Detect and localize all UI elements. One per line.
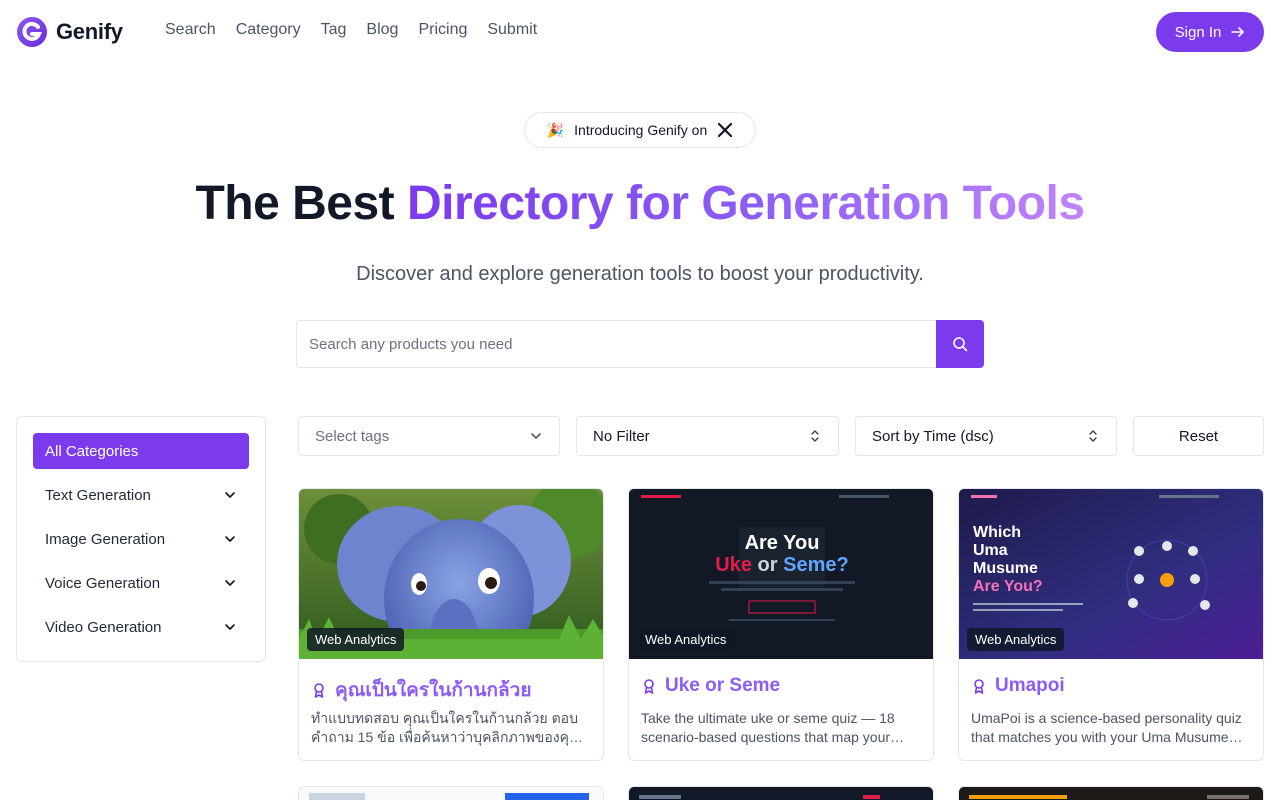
tags-select[interactable]: Select tags	[298, 416, 560, 456]
card-description: Take the ultimate uke or seme quiz — 18 …	[641, 710, 895, 745]
card-title[interactable]: คุณเป็นใครในก้านกล้วย	[311, 675, 531, 705]
category-badge: Web Analytics	[637, 628, 735, 651]
chevron-down-icon	[225, 536, 235, 542]
thumbnail-or: or	[752, 554, 783, 576]
award-icon	[974, 679, 984, 694]
thumbnail-seme: Seme?	[783, 554, 849, 576]
category-label: Image Generation	[45, 530, 166, 548]
award-icon	[644, 679, 654, 694]
thumbnail-line-1: Which	[973, 524, 1021, 541]
search-button[interactable]	[936, 320, 984, 368]
hero-subtitle: Discover and explore generation tools to…	[356, 263, 924, 285]
tool-card[interactable]: Are You Uke or Seme? Web Analytics Uke o…	[628, 488, 934, 761]
nav-tag[interactable]: Tag	[321, 21, 347, 39]
card-thumbnail: Are You Uke or Seme? Web Analytics	[629, 489, 933, 659]
category-badge: Web Analytics	[307, 628, 405, 651]
nav-category[interactable]: Category	[236, 21, 301, 39]
sort-select-value: Sort by Time (dsc)	[872, 427, 994, 445]
card-peek-toolbar	[639, 795, 919, 799]
logo-text: Genify	[56, 19, 123, 44]
card-peek-toolbar	[309, 793, 589, 800]
x-logo-icon	[718, 122, 733, 138]
main-nav: Search Category Tag Blog Pricing Submit	[165, 21, 537, 39]
category-sidebar: All Categories Text Generation Image Gen…	[16, 416, 266, 662]
arrow-right-icon	[1231, 27, 1245, 37]
nav-pricing[interactable]: Pricing	[418, 21, 467, 39]
card-peek-toolbar	[969, 795, 1249, 799]
thumbnail-line-4: Are You?	[973, 578, 1043, 595]
thumbnail-line-3: Musume	[973, 560, 1038, 577]
nav-search[interactable]: Search	[165, 21, 216, 39]
announcement-text: Introducing Genify on	[574, 122, 708, 138]
sort-select[interactable]: Sort by Time (dsc)	[855, 416, 1117, 456]
hero-title-plain: The Best	[195, 177, 407, 230]
filter-select[interactable]: No Filter	[576, 416, 839, 456]
thumbnail-headline: Are You	[745, 532, 820, 554]
chevron-down-icon	[225, 492, 235, 498]
category-label: All Categories	[45, 442, 139, 460]
card-title-text: Umapoi	[995, 675, 1065, 696]
card-title[interactable]: Uke or Seme	[641, 675, 780, 697]
search-input[interactable]	[296, 320, 936, 368]
chevron-up-down-icon	[1089, 430, 1097, 442]
category-text-generation[interactable]: Text Generation	[33, 477, 249, 513]
chevron-up-down-icon	[811, 430, 819, 442]
card-title-text: คุณเป็นใครในก้านกล้วย	[335, 680, 532, 701]
party-emoji: 🎉	[546, 121, 565, 138]
card-description: UmaPoi is a science-based personality qu…	[971, 710, 1242, 745]
announcement-pill[interactable]: 🎉 Introducing Genify on	[524, 112, 756, 148]
category-image-generation[interactable]: Image Generation	[33, 521, 249, 557]
hero-title-gradient: Directory for Generation Tools	[406, 177, 1085, 230]
search-icon	[953, 337, 968, 352]
reset-label: Reset	[1178, 427, 1219, 445]
tags-select-placeholder: Select tags	[315, 427, 390, 445]
tool-card-peek[interactable]	[298, 786, 604, 800]
reset-button[interactable]: Reset	[1133, 416, 1264, 456]
tool-card[interactable]: Which Uma Musume Are You? Web Analytics …	[958, 488, 1264, 761]
category-voice-generation[interactable]: Voice Generation	[33, 565, 249, 601]
tool-card-peek[interactable]	[628, 786, 934, 800]
category-video-generation[interactable]: Video Generation	[33, 609, 249, 645]
chevron-down-icon	[225, 624, 235, 630]
nav-submit[interactable]: Submit	[487, 21, 537, 39]
thumbnail-subheadline: Uke or Seme?	[715, 554, 848, 576]
thumbnail-line-2: Uma	[973, 542, 1008, 559]
sign-in-label: Sign In	[1174, 23, 1222, 41]
tool-card[interactable]: Web Analytics คุณเป็นใครในก้านกล้วย ทำแบ…	[298, 488, 604, 761]
category-label: Text Generation	[45, 486, 151, 504]
card-title-text: Uke or Seme	[665, 675, 781, 696]
award-icon	[314, 683, 324, 698]
card-thumbnail: Which Uma Musume Are You? Web Analytics	[959, 489, 1263, 659]
genify-logo-icon	[17, 17, 47, 47]
category-badge: Web Analytics	[967, 628, 1065, 651]
tool-card-peek[interactable]	[958, 786, 1264, 800]
logo[interactable]: Genify	[16, 16, 123, 48]
hero-title: The Best Directory for Generation Tools	[0, 176, 1280, 231]
category-label: Voice Generation	[45, 574, 161, 592]
card-description: ทำแบบทดสอบ คุณเป็นใครในก้านกล้วย ตอบคำถา…	[311, 710, 582, 745]
thumbnail-uke: Uke	[715, 554, 752, 576]
chevron-down-icon	[225, 580, 235, 586]
chevron-down-icon	[531, 433, 541, 439]
site-header: Genify Search Category Tag Blog Pricing …	[0, 0, 1280, 64]
search-bar	[296, 320, 984, 368]
filter-select-value: No Filter	[593, 427, 650, 445]
category-label: Video Generation	[45, 618, 162, 636]
nav-blog[interactable]: Blog	[366, 21, 398, 39]
card-thumbnail: Web Analytics	[299, 489, 603, 659]
card-title[interactable]: Umapoi	[971, 675, 1065, 697]
sign-in-button[interactable]: Sign In	[1156, 12, 1264, 52]
category-all[interactable]: All Categories	[33, 433, 249, 469]
